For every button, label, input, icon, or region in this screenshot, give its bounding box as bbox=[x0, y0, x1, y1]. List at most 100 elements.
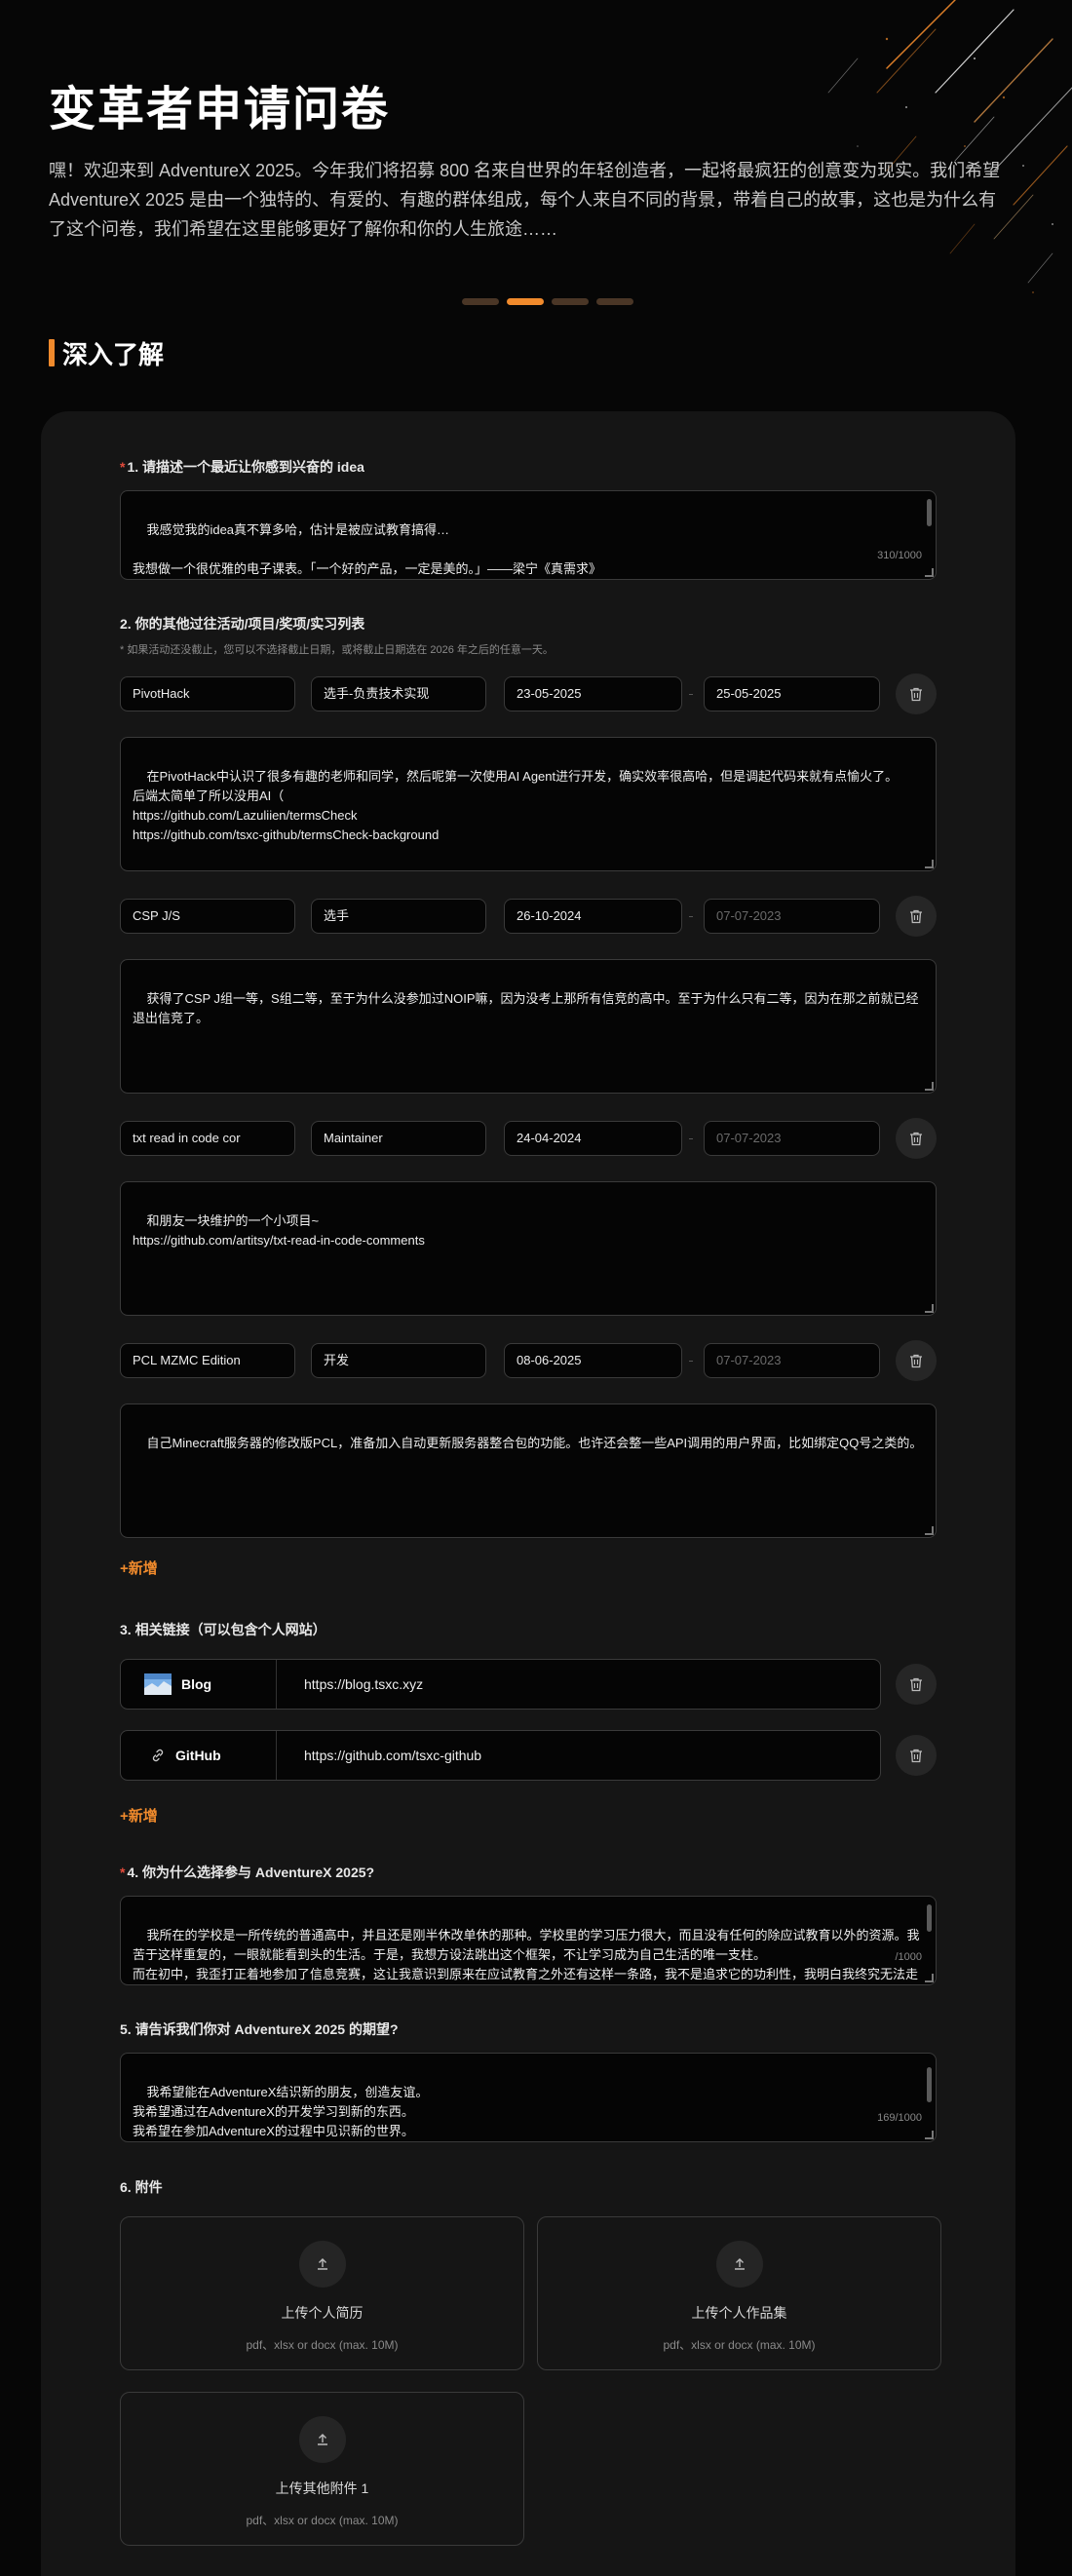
link-platform[interactable]: GitHub bbox=[121, 1731, 277, 1780]
upload-resume[interactable]: 上传个人简历 pdf、xlsx or docx (max. 10M) bbox=[120, 2216, 524, 2370]
question-5-label: 5. 请告诉我们你对 AdventureX 2025 的期望? bbox=[120, 2021, 399, 2037]
activity-description-textarea[interactable]: 和朋友一块维护的一个小项目~ https://github.com/artits… bbox=[120, 1181, 937, 1316]
trash-icon bbox=[910, 1677, 922, 1691]
blog-thumbnail-icon bbox=[144, 1673, 172, 1695]
resize-handle[interactable] bbox=[925, 1974, 934, 1982]
activity-role-input[interactable]: 选手 bbox=[311, 899, 486, 934]
activity-name-input[interactable]: CSP J/S bbox=[120, 899, 295, 934]
question-1-label: * 1. 请描述一个最近让你感到兴奋的 idea bbox=[120, 457, 364, 477]
trash-icon bbox=[910, 687, 922, 701]
link-url-input[interactable]: https://github.com/tsxc-github bbox=[277, 1748, 481, 1763]
upload-icon bbox=[298, 2416, 346, 2463]
delete-entry-button[interactable] bbox=[896, 1118, 937, 1159]
step-dot[interactable] bbox=[462, 298, 499, 305]
textarea-scrollbar[interactable] bbox=[927, 499, 932, 526]
delete-link-button[interactable] bbox=[896, 1735, 937, 1776]
upload-portfolio[interactable]: 上传个人作品集 pdf、xlsx or docx (max. 10M) bbox=[537, 2216, 941, 2370]
step-dot[interactable] bbox=[596, 298, 633, 305]
trash-icon bbox=[910, 1749, 922, 1762]
form-panel: * 1. 请描述一个最近让你感到兴奋的 idea 我感觉我的idea真不算多哈，估… bbox=[41, 411, 1015, 2576]
link-icon bbox=[152, 1749, 164, 1762]
activity-role-input[interactable]: 选手-负责技术实现 bbox=[311, 676, 486, 711]
motivation-textarea-value: 我所在的学校是一所传统的普通高中，并且还是刚半休改单休的那种。学校里的学习压力很… bbox=[133, 1928, 920, 1981]
upload-title: 上传个人作品集 bbox=[691, 2305, 787, 2321]
link-row[interactable]: Blog https://blog.tsxc.xyz bbox=[120, 1659, 881, 1710]
date-range-separator bbox=[689, 694, 693, 695]
resize-handle[interactable] bbox=[925, 860, 934, 868]
delete-link-button[interactable] bbox=[896, 1664, 937, 1705]
upload-formats: pdf、xlsx or docx (max. 10M) bbox=[246, 2514, 399, 2527]
expectation-textarea-value: 我希望能在AdventureX结识新的朋友，创造友谊。 我希望通过在Advent… bbox=[133, 2085, 429, 2138]
required-mark: * bbox=[120, 1865, 126, 1880]
section-title-text: 深入了解 bbox=[62, 339, 165, 369]
required-mark: * bbox=[120, 459, 126, 475]
resize-handle[interactable] bbox=[925, 1304, 934, 1313]
link-url-input[interactable]: https://blog.tsxc.xyz bbox=[277, 1676, 423, 1692]
start-date-input[interactable]: 08-06-2025 bbox=[504, 1343, 682, 1378]
start-date-input[interactable]: 24-04-2024 bbox=[504, 1121, 682, 1156]
link-platform-label: GitHub bbox=[175, 1748, 221, 1763]
delete-entry-button[interactable] bbox=[896, 896, 937, 937]
activity-role-input[interactable]: 开发 bbox=[311, 1343, 486, 1378]
upload-formats: pdf、xlsx or docx (max. 10M) bbox=[246, 2338, 399, 2352]
section-title: 深入了解 bbox=[49, 337, 165, 369]
end-date-input[interactable]: 07-07-2023 bbox=[704, 899, 880, 934]
delete-entry-button[interactable] bbox=[896, 1340, 937, 1381]
section-accent-bar bbox=[49, 339, 55, 366]
end-date-input[interactable]: 07-07-2023 bbox=[704, 1343, 880, 1378]
upload-formats: pdf、xlsx or docx (max. 10M) bbox=[663, 2338, 816, 2352]
link-row[interactable]: GitHub https://github.com/tsxc-github bbox=[120, 1730, 881, 1781]
end-date-input[interactable]: 25-05-2025 bbox=[704, 676, 880, 711]
expectation-textarea[interactable]: 我希望能在AdventureX结识新的朋友，创造友谊。 我希望通过在Advent… bbox=[120, 2053, 937, 2142]
question-6-label: 6. 附件 bbox=[120, 2179, 163, 2195]
activity-description-textarea[interactable]: 自己Minecraft服务器的修改版PCL，准备加入自动更新服务器整合包的功能。… bbox=[120, 1403, 937, 1538]
link-platform[interactable]: Blog bbox=[121, 1660, 277, 1709]
link-platform-label: Blog bbox=[181, 1676, 212, 1692]
idea-textarea-value: 我感觉我的idea真不算多哈，估计是被应试教育搞得… 我想做一个很优雅的电子课表… bbox=[133, 522, 602, 576]
end-date-input[interactable]: 07-07-2023 bbox=[704, 1121, 880, 1156]
upload-title: 上传个人简历 bbox=[281, 2305, 364, 2321]
activity-description-value: 和朋友一块维护的一个小项目~ https://github.com/artits… bbox=[133, 1213, 425, 1248]
activity-description-textarea[interactable]: 获得了CSP J组一等，S组二等，至于为什么没参加过NOIP嘛，因为没考上那所有… bbox=[120, 959, 937, 1094]
upload-other-attachment[interactable]: 上传其他附件 1 pdf、xlsx or docx (max. 10M) bbox=[120, 2392, 524, 2546]
resize-handle[interactable] bbox=[925, 1526, 934, 1535]
motivation-textarea[interactable]: 我所在的学校是一所传统的普通高中，并且还是刚半休改单休的那种。学校里的学习压力很… bbox=[120, 1896, 937, 1985]
activity-role-input[interactable]: Maintainer bbox=[311, 1121, 486, 1156]
activity-name-input[interactable]: PCL MZMC Edition bbox=[120, 1343, 295, 1378]
start-date-input[interactable]: 26-10-2024 bbox=[504, 899, 682, 934]
step-dot[interactable] bbox=[552, 298, 589, 305]
question-4-text: 4. 你为什么选择参与 AdventureX 2025? bbox=[127, 1865, 375, 1880]
question-1-text: 1. 请描述一个最近让你感到兴奋的 idea bbox=[127, 459, 364, 475]
step-indicator bbox=[462, 298, 633, 305]
step-dot-active[interactable] bbox=[507, 298, 544, 305]
activity-description-textarea[interactable]: 在PivotHack中认识了很多有趣的老师和同学，然后呢第一次使用AI Agen… bbox=[120, 737, 937, 871]
delete-entry-button[interactable] bbox=[896, 673, 937, 714]
char-counter: /1000 bbox=[895, 1951, 922, 1963]
resize-handle[interactable] bbox=[925, 2131, 934, 2139]
question-3-label: 3. 相关链接（可以包含个人网站） bbox=[120, 1622, 326, 1637]
upload-title: 上传其他附件 1 bbox=[275, 2480, 369, 2496]
date-range-separator bbox=[689, 916, 693, 917]
textarea-scrollbar[interactable] bbox=[927, 1904, 932, 1932]
add-activity-button[interactable]: +新增 bbox=[120, 1557, 158, 1578]
question-2-label: 2. 你的其他过往活动/项目/奖项/实习列表 bbox=[120, 616, 365, 632]
resize-handle[interactable] bbox=[925, 568, 934, 577]
intro-text: 嘿！欢迎来到 AdventureX 2025。今年我们将招募 800 名来自世界… bbox=[49, 161, 1001, 239]
char-counter: 169/1000 bbox=[877, 2112, 922, 2124]
activity-name-input[interactable]: txt read in code cor bbox=[120, 1121, 295, 1156]
upload-icon bbox=[715, 2241, 763, 2288]
question-4-label: * 4. 你为什么选择参与 AdventureX 2025? bbox=[120, 1863, 374, 1882]
textarea-scrollbar[interactable] bbox=[927, 2067, 932, 2102]
idea-textarea[interactable]: 我感觉我的idea真不算多哈，估计是被应试教育搞得… 我想做一个很优雅的电子课表… bbox=[120, 490, 937, 580]
activity-name-input[interactable]: PivotHack bbox=[120, 676, 295, 711]
trash-icon bbox=[910, 1354, 922, 1367]
activity-description-value: 自己Minecraft服务器的修改版PCL，准备加入自动更新服务器整合包的功能。… bbox=[146, 1436, 923, 1450]
question-2-hint: * 如果活动还没截止，您可以不选择截止日期，或将截止日期选在 2026 年之后的… bbox=[120, 644, 554, 656]
add-link-button[interactable]: +新增 bbox=[120, 1805, 158, 1826]
resize-handle[interactable] bbox=[925, 1082, 934, 1091]
char-counter: 310/1000 bbox=[877, 550, 922, 561]
page-title: 变革者申请问卷 bbox=[49, 84, 391, 135]
activity-description-value: 获得了CSP J组一等，S组二等，至于为什么没参加过NOIP嘛，因为没考上那所有… bbox=[133, 991, 919, 1025]
start-date-input[interactable]: 23-05-2025 bbox=[504, 676, 682, 711]
trash-icon bbox=[910, 909, 922, 923]
